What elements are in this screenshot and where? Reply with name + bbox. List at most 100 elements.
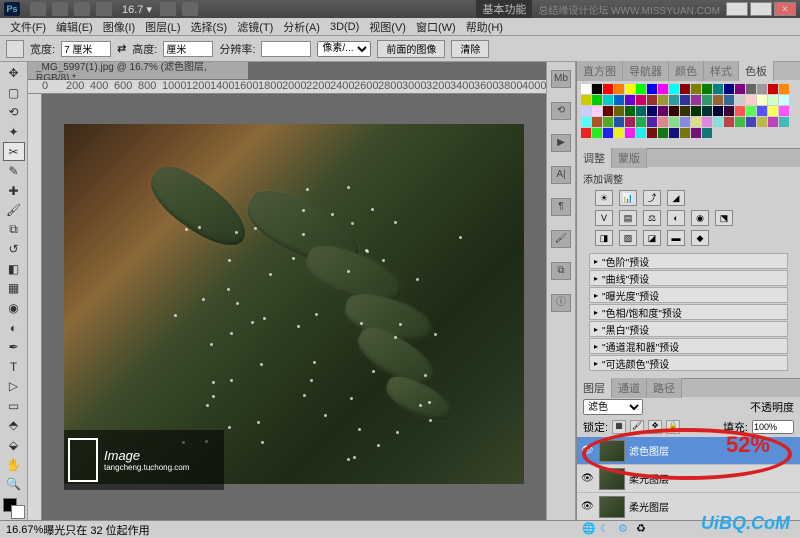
clone-panel-icon[interactable]: ⧉ xyxy=(551,262,571,280)
swatch[interactable] xyxy=(680,95,690,105)
swatch[interactable] xyxy=(702,128,712,138)
swatch[interactable] xyxy=(680,117,690,127)
hand-icon[interactable] xyxy=(160,2,176,16)
swatch[interactable] xyxy=(724,106,734,116)
swatch[interactable] xyxy=(581,128,591,138)
layer-thumb[interactable] xyxy=(599,468,625,490)
swatch[interactable] xyxy=(757,84,767,94)
fill-input[interactable] xyxy=(752,420,794,434)
photo-filter-icon[interactable]: ◉ xyxy=(691,210,709,226)
lasso-tool[interactable]: ⟲ xyxy=(3,103,25,122)
curves-icon[interactable]: ⤴ xyxy=(643,190,661,206)
swatch[interactable] xyxy=(658,95,668,105)
swatch[interactable] xyxy=(636,84,646,94)
clear-button[interactable]: 清除 xyxy=(451,40,489,58)
recycle-icon[interactable]: ♻ xyxy=(636,522,650,536)
swatch[interactable] xyxy=(581,117,591,127)
hand-tool[interactable]: ✋ xyxy=(3,455,25,474)
bridge-icon[interactable] xyxy=(30,2,46,16)
moon-icon[interactable]: ☾ xyxy=(600,522,614,536)
swatch[interactable] xyxy=(713,84,723,94)
swatch[interactable] xyxy=(768,84,778,94)
swatch[interactable] xyxy=(647,117,657,127)
swatch[interactable] xyxy=(614,128,624,138)
levels-icon[interactable]: 📊 xyxy=(619,190,637,206)
dodge-tool[interactable]: ◐ xyxy=(3,318,25,337)
height-input[interactable] xyxy=(163,41,213,57)
swatch[interactable] xyxy=(669,84,679,94)
res-unit[interactable]: 像素/... xyxy=(317,41,371,57)
width-input[interactable] xyxy=(61,41,111,57)
crop-tool[interactable]: ✂ xyxy=(3,142,25,161)
swatch[interactable] xyxy=(636,95,646,105)
gradient-tool[interactable]: ▦ xyxy=(3,279,25,298)
swatch[interactable] xyxy=(691,106,701,116)
tab-adjustments[interactable]: 调整 xyxy=(577,148,612,168)
gear-icon[interactable]: ⚙ xyxy=(618,522,632,536)
preset-hue[interactable]: "色相/饱和度"预设 xyxy=(589,304,788,320)
swatch[interactable] xyxy=(713,95,723,105)
swatch[interactable] xyxy=(603,95,613,105)
stamp-tool[interactable]: ⧉ xyxy=(3,221,25,240)
swatch[interactable] xyxy=(603,128,613,138)
crop-tool-icon[interactable] xyxy=(6,40,24,58)
posterize-icon[interactable]: ▨ xyxy=(619,230,637,246)
arrange-icon[interactable] xyxy=(96,2,112,16)
swatch[interactable] xyxy=(625,95,635,105)
visibility-icon[interactable]: 👁 xyxy=(581,445,595,456)
history-panel-icon[interactable]: ⟲ xyxy=(551,102,571,120)
layer-thumb[interactable] xyxy=(599,496,625,518)
swatch[interactable] xyxy=(768,95,778,105)
swatch[interactable] xyxy=(702,106,712,116)
swatch[interactable] xyxy=(636,106,646,116)
swatch[interactable] xyxy=(735,117,745,127)
swatch[interactable] xyxy=(603,106,613,116)
swatch[interactable] xyxy=(647,95,657,105)
workspace-selector[interactable]: 基本功能 xyxy=(476,0,532,18)
zoom-icon[interactable] xyxy=(182,2,198,16)
healing-tool[interactable]: ✚ xyxy=(3,181,25,200)
swatch[interactable] xyxy=(724,84,734,94)
tab-masks[interactable]: 蒙版 xyxy=(612,148,647,168)
swatch[interactable] xyxy=(625,106,635,116)
swatch[interactable] xyxy=(581,106,591,116)
swatch[interactable] xyxy=(581,84,591,94)
swatch[interactable] xyxy=(768,117,778,127)
swatch[interactable] xyxy=(669,95,679,105)
swatch[interactable] xyxy=(779,117,789,127)
minimize-button[interactable]: — xyxy=(726,2,748,16)
swatch[interactable] xyxy=(680,128,690,138)
swatch[interactable] xyxy=(724,117,734,127)
swatch[interactable] xyxy=(658,84,668,94)
path-tool[interactable]: ▷ xyxy=(3,377,25,396)
balance-icon[interactable]: ⚖ xyxy=(643,210,661,226)
selective-icon[interactable]: ◆ xyxy=(691,230,709,246)
layer-thumb[interactable] xyxy=(599,440,625,462)
invert-icon[interactable]: ◨ xyxy=(595,230,613,246)
info-icon[interactable]: ⓘ xyxy=(551,294,571,312)
menu-file[interactable]: 文件(F) xyxy=(6,19,50,35)
preset-selective[interactable]: "可选颜色"预设 xyxy=(589,355,788,371)
swatch[interactable] xyxy=(691,117,701,127)
swatch[interactable] xyxy=(614,84,624,94)
brush-panel-icon[interactable]: 🖌 xyxy=(551,230,571,248)
exposure-icon[interactable]: ◢ xyxy=(667,190,685,206)
layer-item[interactable]: 👁 柔光图层 xyxy=(577,465,800,493)
swatch[interactable] xyxy=(757,106,767,116)
brush-tool[interactable]: 🖌 xyxy=(3,201,25,220)
swap-icon[interactable]: ⇄ xyxy=(117,42,126,55)
swatch[interactable] xyxy=(746,117,756,127)
brightness-icon[interactable]: ☀ xyxy=(595,190,613,206)
layer-item[interactable]: 👁 滤色图层 xyxy=(577,437,800,465)
tab-styles[interactable]: 样式 xyxy=(704,61,739,81)
swatch[interactable] xyxy=(592,106,602,116)
swatch[interactable] xyxy=(746,106,756,116)
preset-bw[interactable]: "黑白"预设 xyxy=(589,321,788,337)
hue-icon[interactable]: ▤ xyxy=(619,210,637,226)
swatch[interactable] xyxy=(636,117,646,127)
pen-tool[interactable]: ✒ xyxy=(3,338,25,357)
gradient-map-icon[interactable]: ▬ xyxy=(667,230,685,246)
front-image-button[interactable]: 前面的图像 xyxy=(377,40,445,58)
history-icon[interactable] xyxy=(52,2,68,16)
swatch[interactable] xyxy=(669,128,679,138)
